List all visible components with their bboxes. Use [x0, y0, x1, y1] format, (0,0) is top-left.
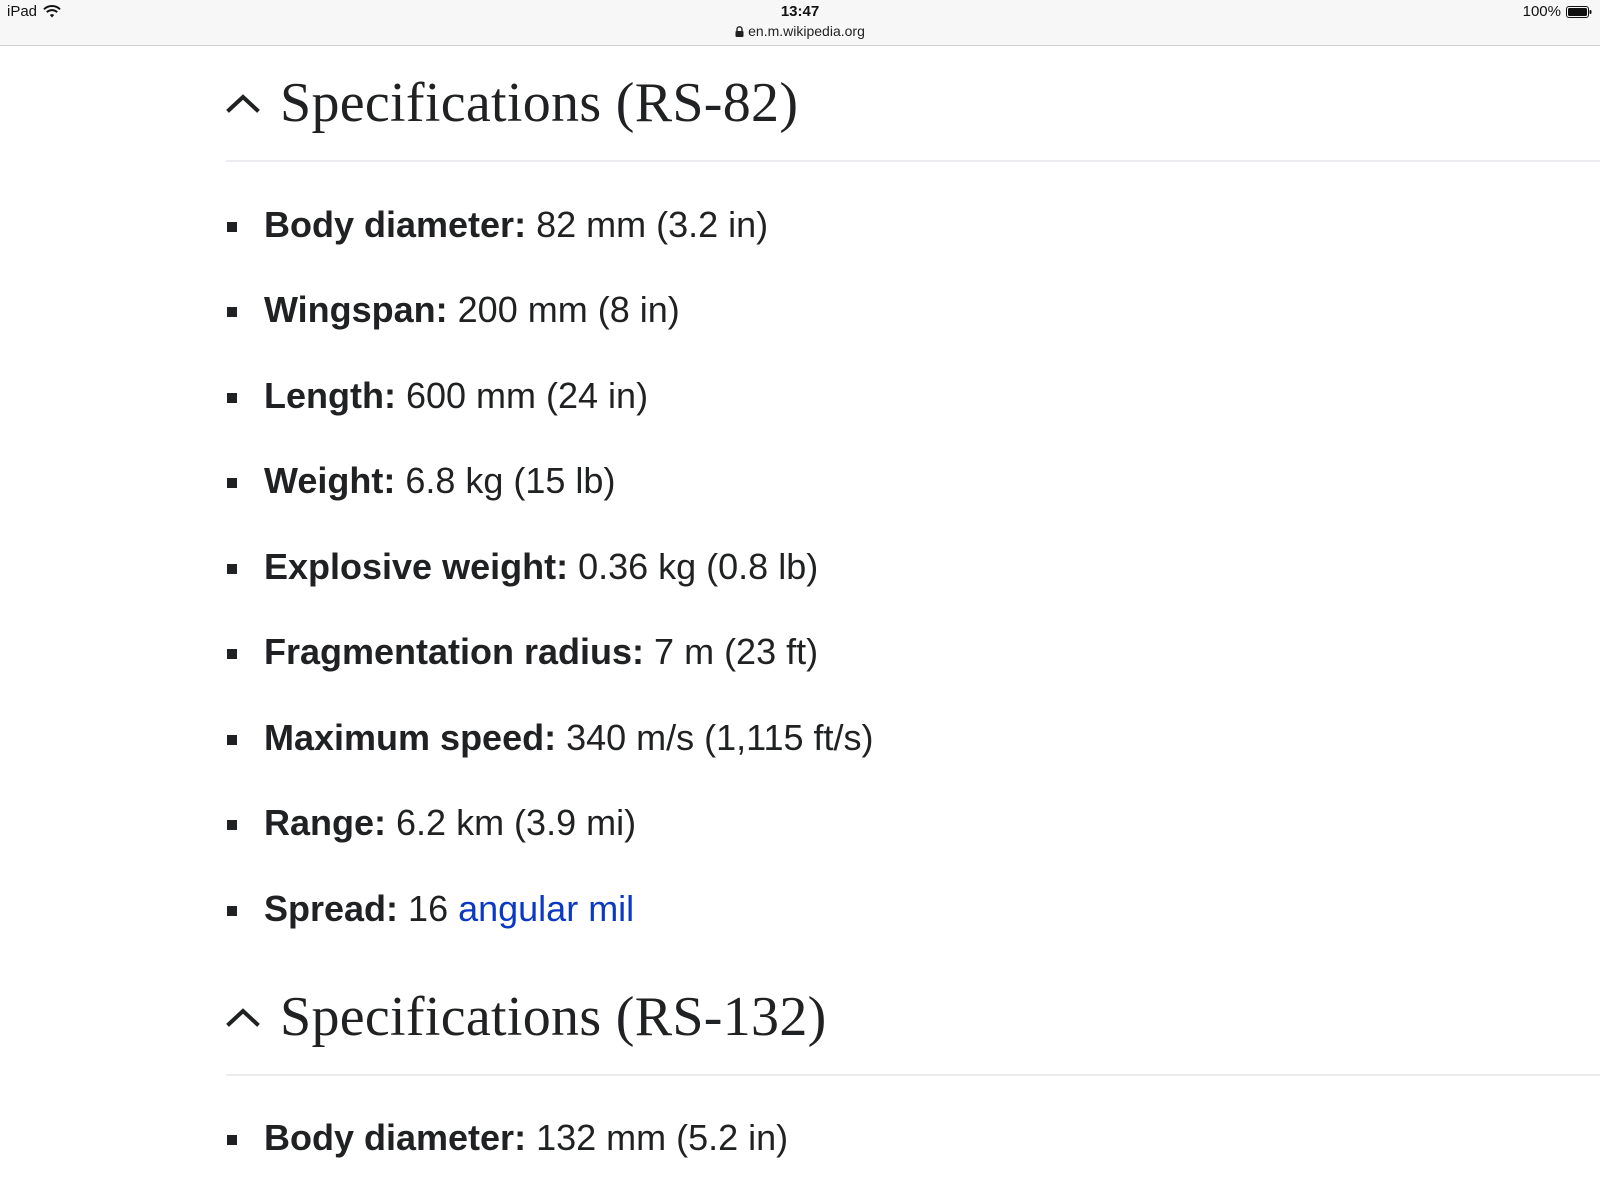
bullet — [227, 478, 237, 489]
bullet — [227, 307, 237, 318]
spec-value: 16 — [398, 887, 459, 929]
battery-icon — [1566, 5, 1592, 18]
section-title: Specifications (RS-132) — [280, 985, 827, 1048]
spec-value: 132 mm (5.2 in) — [526, 1117, 789, 1159]
bullet — [227, 820, 237, 831]
bullet — [227, 734, 237, 745]
chevron-up-icon[interactable] — [226, 1006, 260, 1028]
article-content: Specifications (RS-82) Body diameter: 82… — [226, 46, 1600, 1181]
spec-value: 600 mm (24 in) — [395, 374, 649, 416]
list-item: Explosive weight: 0.36 kg (0.8 lb) — [226, 524, 1600, 610]
bullet — [227, 221, 237, 232]
address-bar[interactable]: en.m.wikipedia.org — [0, 23, 1600, 39]
spec-label: Maximum speed: — [264, 716, 557, 758]
section-title: Specifications (RS-82) — [280, 72, 799, 134]
lock-icon — [735, 26, 744, 37]
clock: 13:47 — [780, 3, 820, 20]
spec-label: Body diameter: — [264, 203, 527, 245]
bullet — [227, 649, 237, 660]
list-item: Wingspan: 200 mm (8 in) — [226, 268, 1600, 354]
section-heading[interactable]: Specifications (RS-82) — [226, 46, 1600, 162]
spec-value: 340 m/s (1,115 ft/s) — [556, 716, 874, 758]
section-rs-82: Specifications (RS-82) Body diameter: 82… — [226, 46, 1600, 952]
bullet — [227, 563, 237, 574]
spec-label: Length: — [264, 374, 396, 416]
spec-label: Spread: — [264, 887, 399, 929]
list-item: Spread: 16 angular mil — [226, 866, 1600, 952]
bullet — [227, 905, 237, 916]
spec-label: Explosive weight: — [264, 545, 569, 587]
list-item: Body diameter: 132 mm (5.2 in) — [226, 1096, 1600, 1182]
chevron-up-icon[interactable] — [226, 92, 260, 114]
spec-label: Fragmentation radius: — [264, 631, 645, 673]
url-text: en.m.wikipedia.org — [748, 23, 865, 39]
list-item: Fragmentation radius: 7 m (23 ft) — [226, 610, 1600, 696]
spec-list: Body diameter: 82 mm (3.2 in) Wingspan: … — [226, 182, 1600, 952]
list-item: Range: 6.2 km (3.9 mi) — [226, 781, 1600, 867]
spec-label: Wingspan: — [264, 289, 448, 331]
spec-value: 82 mm (3.2 in) — [526, 203, 769, 245]
spec-label: Body diameter: — [264, 1117, 527, 1159]
spec-list: Body diameter: 132 mm (5.2 in) — [226, 1096, 1600, 1182]
list-item: Weight: 6.8 kg (15 lb) — [226, 439, 1600, 525]
section-heading[interactable]: Specifications (RS-132) — [226, 960, 1600, 1076]
spec-label: Weight: — [264, 460, 396, 502]
spec-value: 7 m (23 ft) — [644, 631, 819, 673]
status-bar: iPad 13:47 en.m.wikipedia.org 100% — [0, 0, 1600, 46]
battery-percent: 100% — [1522, 3, 1561, 20]
spec-value: 6.2 km (3.9 mi) — [386, 802, 637, 844]
spec-label: Range: — [264, 802, 387, 844]
bullet — [227, 392, 237, 403]
list-item: Body diameter: 82 mm (3.2 in) — [226, 182, 1600, 268]
bullet — [227, 1135, 237, 1146]
spec-value: 200 mm (8 in) — [447, 289, 680, 331]
spec-value: 6.8 kg (15 lb) — [395, 460, 616, 502]
spec-value: 0.36 kg (0.8 lb) — [568, 545, 819, 587]
list-item: Length: 600 mm (24 in) — [226, 353, 1600, 439]
status-right: 100% — [1523, 3, 1592, 20]
angular-mil-link[interactable]: angular mil — [458, 888, 634, 930]
section-rs-132: Specifications (RS-132) Body diameter: 1… — [226, 960, 1600, 1182]
list-item: Maximum speed: 340 m/s (1,115 ft/s) — [226, 695, 1600, 781]
